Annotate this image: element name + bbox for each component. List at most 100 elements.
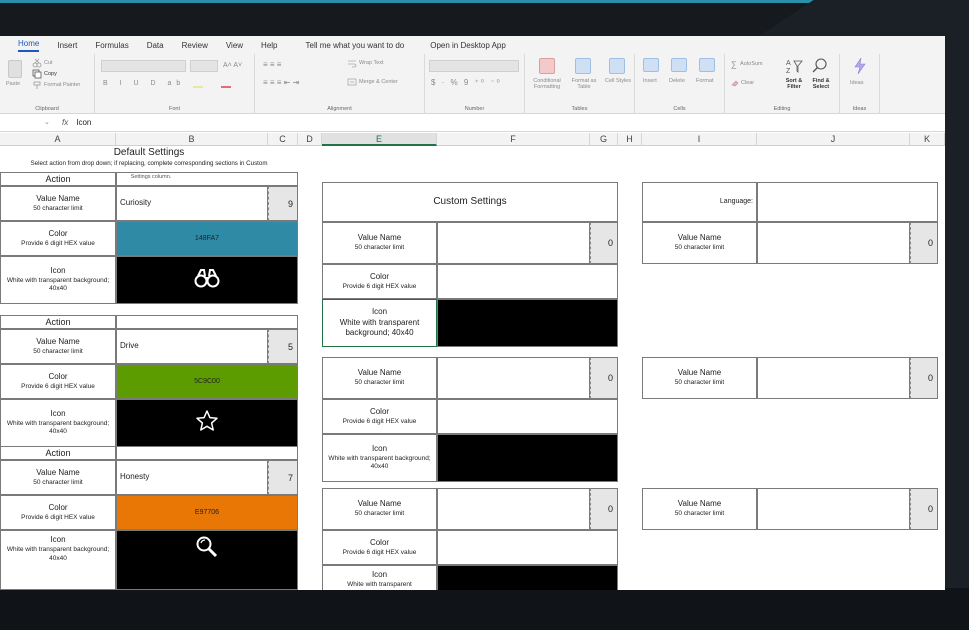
column-header-g[interactable]: G [590, 133, 618, 146]
column-header-i[interactable]: I [642, 133, 757, 146]
column-header-a[interactable]: A [0, 133, 116, 146]
clear-icon[interactable] [730, 78, 740, 88]
tab-data[interactable]: Data [147, 41, 164, 50]
custom-icon-label[interactable]: Icon White with transparent background; 4… [322, 299, 437, 347]
language-value-name-title: Value Name [677, 368, 722, 378]
number-format-select[interactable] [429, 60, 519, 72]
tell-me-search[interactable]: Tell me what you want to do [306, 41, 405, 50]
language-value-name-input[interactable] [757, 488, 910, 530]
custom-color-hex-input[interactable] [437, 264, 618, 299]
custom-value-name-input[interactable] [437, 488, 590, 530]
custom-color-hex-input[interactable] [437, 399, 618, 434]
font-name-select[interactable] [101, 60, 186, 72]
font-grow-icon[interactable]: A˄ A˅ [223, 62, 242, 69]
column-header-f[interactable]: F [437, 133, 590, 146]
color-hex-input[interactable]: E97706 [116, 495, 298, 530]
tab-help[interactable]: Help [261, 41, 277, 50]
custom-color-hex-input[interactable] [437, 530, 618, 565]
sort-filter-label[interactable]: Sort & Filter [780, 78, 808, 90]
format-painter-label[interactable]: Format Painter [44, 82, 80, 88]
align-top-icons[interactable]: ≡ ≡ ≡ [263, 60, 281, 69]
icon-image-cell[interactable] [116, 256, 298, 304]
column-header-k[interactable]: K [910, 133, 945, 146]
column-header-j[interactable]: J [757, 133, 910, 146]
format-as-table-label[interactable]: Format as Table [567, 78, 601, 90]
action-select[interactable] [116, 172, 298, 186]
value-name-input[interactable]: Honesty [116, 460, 268, 495]
number-group: $ · % 9 ⁺⁰ ⁻⁰ Number [425, 54, 525, 114]
formula-input[interactable]: Icon [76, 118, 91, 127]
cut-icon[interactable] [32, 58, 42, 68]
custom-icon-image-cell[interactable] [437, 299, 618, 347]
delete-cells-label[interactable]: Delete [669, 78, 685, 84]
align-horizontal-icons[interactable]: ≡ ≡ ≡ ⇤ ⇥ [263, 78, 299, 87]
find-select-icon[interactable] [811, 57, 829, 75]
delete-cells-icon[interactable] [671, 58, 687, 72]
sort-filter-icon[interactable]: AZ [785, 57, 803, 75]
cell-styles-label[interactable]: Cell Styles [605, 78, 631, 84]
language-input[interactable] [757, 182, 938, 222]
custom-color-hint: Provide 6 digit HEX value [342, 417, 417, 425]
cut-label[interactable]: Cut [44, 60, 53, 66]
wrap-text-icon[interactable] [347, 59, 357, 69]
cell-styles-icon[interactable] [609, 58, 625, 74]
merge-center-label[interactable]: Merge & Center [359, 79, 398, 85]
open-desktop-app[interactable]: Open in Desktop App [430, 41, 506, 50]
find-select-label[interactable]: Find & Select [807, 78, 835, 90]
copy-label[interactable]: Copy [44, 71, 57, 77]
autosum-label[interactable]: AutoSum [740, 61, 763, 67]
insert-cells-label[interactable]: Insert [643, 78, 657, 84]
tab-view[interactable]: View [226, 41, 243, 50]
custom-value-name-input[interactable] [437, 222, 590, 264]
action-select[interactable] [116, 446, 298, 460]
column-header-h[interactable]: H [618, 133, 642, 146]
copy-icon[interactable] [32, 69, 42, 79]
color-hex-input[interactable]: 148FA7 [116, 221, 298, 256]
color-hint: Provide 6 digit HEX value [21, 382, 95, 390]
tab-review[interactable]: Review [182, 41, 208, 50]
language-value-name-input[interactable] [757, 222, 910, 264]
format-cells-icon[interactable] [699, 58, 715, 72]
paste-label[interactable]: Paste [6, 81, 20, 87]
column-header-b[interactable]: B [116, 133, 268, 146]
format-cells-label[interactable]: Format [696, 78, 713, 84]
icon-image-cell[interactable] [116, 399, 298, 447]
tab-home[interactable]: Home [18, 39, 40, 52]
ideas-label[interactable]: Ideas [850, 80, 863, 86]
merge-center-icon[interactable] [347, 77, 357, 87]
tab-insert[interactable]: Insert [57, 41, 77, 50]
fill-color-icon[interactable] [193, 80, 203, 88]
column-header-e[interactable]: E [322, 133, 437, 146]
custom-value-name-input[interactable] [437, 357, 590, 399]
autosum-icon[interactable]: ∑ [731, 60, 737, 69]
column-header-c[interactable]: C [268, 133, 298, 146]
conditional-formatting-label[interactable]: Conditional Formatting [527, 78, 567, 90]
value-name-input[interactable]: Curiosity [116, 186, 268, 221]
insert-cells-icon[interactable] [643, 58, 659, 72]
custom-icon-image-cell[interactable] [437, 434, 618, 482]
font-size-select[interactable] [190, 60, 218, 72]
paste-icon[interactable] [8, 60, 22, 78]
value-name-input[interactable]: Drive [116, 329, 268, 364]
icon-image-cell[interactable] [116, 530, 298, 590]
number-format-buttons[interactable]: $ · % 9 ⁺⁰ ⁻⁰ [431, 78, 502, 87]
action-select[interactable] [116, 315, 298, 329]
language-value-name-input[interactable] [757, 357, 910, 399]
tab-formulas[interactable]: Formulas [95, 41, 128, 50]
custom-icon-image-cell[interactable] [437, 565, 618, 590]
formula-bar: ⌄ fx Icon [0, 114, 945, 132]
color-hex-input[interactable]: 5C9C00 [116, 364, 298, 399]
custom-color-title: Color [369, 271, 390, 281]
ideas-icon[interactable] [852, 57, 868, 75]
conditional-formatting-icon[interactable] [539, 58, 555, 74]
language-value-name-title: Value Name [677, 233, 722, 243]
font-style-buttons[interactable]: B I U D ab [103, 80, 185, 87]
column-header-d[interactable]: D [298, 133, 322, 146]
format-painter-icon[interactable] [32, 80, 42, 90]
name-box-chevron-icon[interactable]: ⌄ [44, 118, 50, 126]
wrap-text-label[interactable]: Wrap Text [359, 60, 384, 66]
format-as-table-icon[interactable] [575, 58, 591, 74]
font-color-icon[interactable] [221, 80, 231, 88]
value-name-hint: 50 character limit [33, 347, 83, 355]
clear-label[interactable]: Clear [741, 80, 754, 86]
